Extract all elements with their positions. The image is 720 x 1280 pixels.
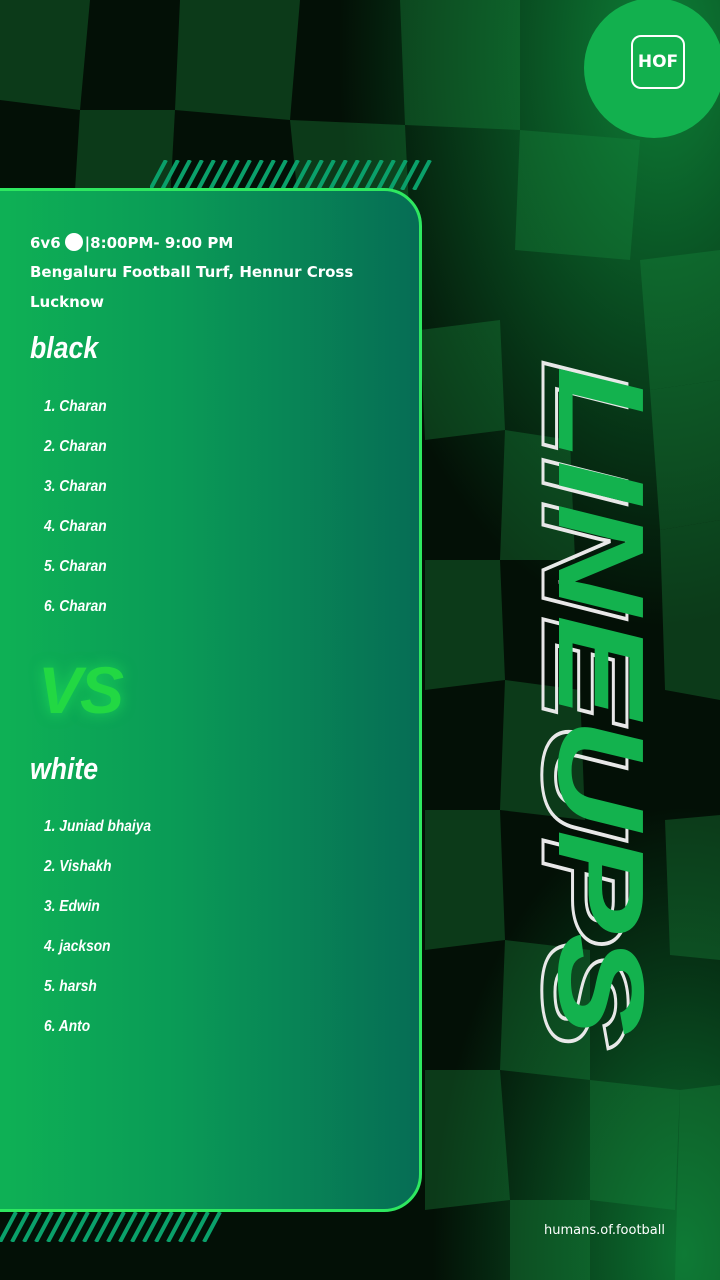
team-black-title: black <box>30 330 99 365</box>
player-white-1: 1. Juniad bhaiya <box>44 818 152 835</box>
player-white-4: 4. jackson <box>44 938 111 955</box>
decorative-stripes-top <box>150 160 432 190</box>
match-city: Lucknow <box>30 293 104 311</box>
match-time: |8:00PM- 9:00 PM <box>84 234 234 252</box>
lineups-fill-text: LINEUPS <box>533 366 669 1036</box>
brand-credit: humans.of.football <box>544 1223 665 1238</box>
player-white-3: 3. Edwin <box>44 898 100 915</box>
brand-logo-text: HOF <box>637 52 679 72</box>
match-format: 6v6 <box>30 234 61 252</box>
player-black-2: 2. Charan <box>44 438 107 455</box>
match-venue: Bengaluru Football Turf, Hennur Cross <box>30 263 354 281</box>
player-white-5: 5. harsh <box>44 978 97 995</box>
player-black-1: 1. Charan <box>44 398 107 415</box>
player-black-6: 6. Charan <box>44 598 107 615</box>
player-black-3: 3. Charan <box>44 478 107 495</box>
player-white-2: 2. Vishakh <box>44 858 112 875</box>
football-icon <box>64 233 83 251</box>
versus-text: VS <box>38 653 124 727</box>
team-white-title: white <box>30 751 99 786</box>
match-time-line: 6v6 |8:00PM- 9:00 PM <box>30 233 233 252</box>
lineups-headline: LINEUPS LINEUPS <box>516 359 670 1052</box>
brand-logo: HOF <box>631 35 685 89</box>
player-black-4: 4. Charan <box>44 518 107 535</box>
player-black-5: 5. Charan <box>44 558 107 575</box>
player-white-6: 6. Anto <box>44 1018 91 1035</box>
lineup-poster: HOF 6v6 |8:00PM- 9:00 PM Bengaluru Footb… <box>0 0 720 1280</box>
decorative-stripes-bottom <box>0 1212 222 1242</box>
